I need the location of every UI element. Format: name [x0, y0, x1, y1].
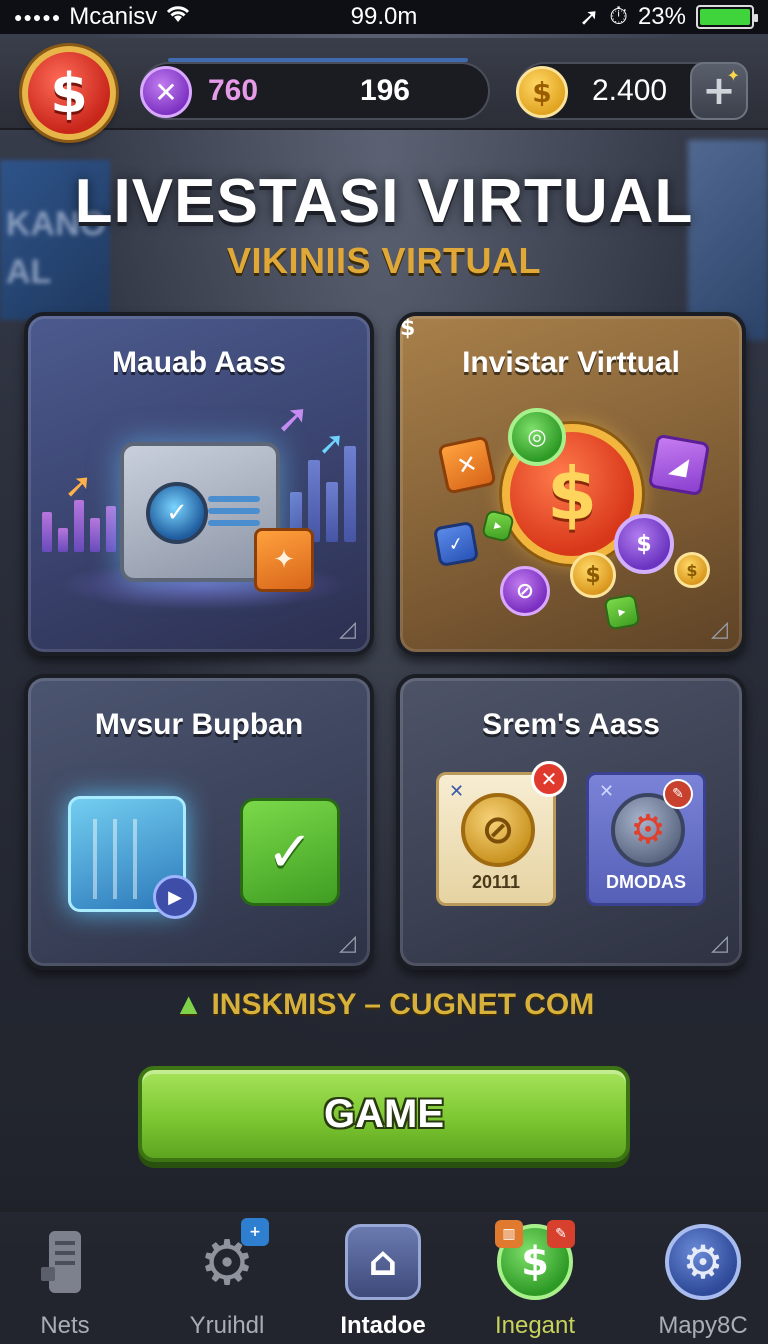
green-check-box-icon: ✓ [240, 798, 340, 906]
plus-badge-icon: + [241, 1218, 269, 1246]
resize-corner-icon: ◿ [711, 931, 728, 956]
logo-a-icon: ▲ [173, 988, 204, 1021]
nav-item-mapy8c[interactable]: ⚙ Mapy8C [638, 1224, 768, 1340]
gear-icon: ⚙ + [189, 1218, 269, 1300]
xp-bar: ✕ 760 196 [140, 58, 490, 120]
play-icon: ▶ [153, 875, 197, 919]
card-title: Srem's Aass [482, 708, 660, 741]
orange-box-icon: ✦ [254, 528, 314, 592]
card-mvsur-bupban[interactable]: Mvsur Bupban ▶ ✓ ◿ [24, 674, 374, 970]
check-lens-icon: ✓ [146, 482, 208, 544]
nav-label: Mapy8C [658, 1312, 748, 1339]
trend-up-arrow-icon: ➚ [276, 396, 310, 442]
item-card[interactable]: ✕ ⚙ ✎ DMODAS [586, 772, 706, 906]
top-hud: $ ✕ 760 196 $ 2.400 + ✦ [0, 38, 768, 140]
page-subtitle: VIKINIIS VIRTUAL [226, 240, 542, 281]
bottom-nav: Nets ⚙ + Yruihdl ⌂ Intadoe $ ▥ ✎ Inegant… [0, 1212, 768, 1344]
tagline-text: INSKMISY – CUGNET COM [211, 988, 595, 1021]
add-coins-button[interactable]: + ✦ [690, 62, 748, 120]
settings-gear-icon: ⚙ [665, 1224, 741, 1300]
green-token-icon: ◎ [508, 408, 566, 466]
card-srems-aass[interactable]: Srem's Aass ✕ ⊘ ✕ 20111 ✕ ⚙ ✎ DMODAS ◿ [396, 674, 746, 970]
tagline: ▲ INSKMISY – CUGNET COM [0, 988, 768, 1022]
item-card-label: 20111 [471, 872, 521, 892]
wifi-icon [165, 3, 191, 31]
coin-value: 2.400 [592, 74, 668, 107]
blue-check-tile-icon: ✓ [432, 520, 480, 568]
trend-up-arrow-icon: ➚ [318, 424, 345, 462]
card-invistar-virttual[interactable]: Invistar Virttual $ ◎ $ $ $ $ ⊘ ✕ ◢ ✓ ▸ … [396, 312, 746, 656]
magnifier-coin-icon: ⊘ [461, 793, 535, 867]
nav-item-yruihdl[interactable]: ⚙ + Yruihdl [162, 1218, 292, 1340]
close-badge-icon[interactable]: ✕ [531, 761, 567, 797]
trend-up-arrow-icon: ➚ [64, 466, 93, 506]
orange-x-tile-icon: ✕ [437, 435, 497, 495]
card-title: Invistar Virttual [462, 346, 680, 379]
coin-icon: $ [400, 316, 416, 341]
card-title: Mauab Aass [112, 346, 286, 379]
tool-badge-icon: ✎ [547, 1220, 575, 1248]
location-arrow-icon: ➚ [579, 3, 600, 31]
coin-balance: $ 2.400 + ✦ [516, 62, 748, 120]
resize-corner-icon: ◿ [339, 931, 356, 956]
nav-label: Inegant [494, 1312, 576, 1339]
x-mark-icon: ✕ [449, 781, 465, 802]
item-card-label: DMODAS [606, 872, 686, 892]
x-mark-icon: ✕ [599, 781, 615, 802]
chart-bars-icon [42, 500, 116, 552]
xp-value-secondary: 196 [359, 74, 410, 107]
carrier-name: Mcanisv [69, 3, 158, 30]
battery-percent: 23% [637, 3, 686, 30]
nav-item-inegant[interactable]: $ ▥ ✎ Inegant [470, 1220, 600, 1340]
nav-item-intadoe[interactable]: ⌂ Intadoe [318, 1224, 448, 1340]
home-icon: ⌂ [345, 1224, 421, 1300]
coin-icon: $ [516, 66, 568, 118]
tool-badge-icon: ✎ [663, 779, 693, 809]
coin-icon: $ [674, 552, 710, 588]
nav-label: Yruihdl [189, 1312, 265, 1339]
status-bar: ●●●●● Mcanisv 99.0m ➚ ⏱ 23% [0, 0, 768, 34]
dollar-badge-icon[interactable]: $ [22, 46, 116, 140]
signal-dots-icon: ●●●●● [14, 9, 62, 25]
alarm-icon: ⏱ [609, 3, 628, 30]
sparkle-icon: ✦ [726, 66, 740, 85]
hologram-box-icon: ▶ [68, 796, 197, 919]
battery-icon [696, 5, 758, 29]
card-mauab-aass[interactable]: Mauab Aass ➚ ➚ ➚ ✓ ✦ ◿ [24, 312, 374, 656]
xp-value: 760 [208, 74, 259, 107]
dollar-coin-icon: $ ▥ ✎ [495, 1220, 575, 1300]
nav-item-nets[interactable]: Nets [0, 1224, 130, 1340]
nav-label: Intadoe [340, 1312, 426, 1339]
nav-label: Nets [40, 1312, 90, 1339]
card-title: Mvsur Bupban [94, 708, 304, 741]
green-tile-icon: ▸ [481, 509, 515, 543]
resize-corner-icon: ◿ [339, 617, 356, 642]
chart-badge-icon: ▥ [495, 1220, 523, 1248]
coin-icon: $ [570, 552, 616, 598]
page-title: LIVESTASI VIRTUAL [74, 167, 694, 236]
purple-tile-icon: ◢ [647, 433, 711, 497]
item-card[interactable]: ✕ ⊘ ✕ 20111 [436, 761, 567, 906]
close-x-icon[interactable]: ✕ [140, 66, 192, 118]
purple-dollar-token-icon: $ [614, 514, 674, 574]
game-button[interactable]: GAME [138, 1066, 630, 1162]
resize-corner-icon: ◿ [711, 617, 728, 642]
document-stack-icon [27, 1224, 103, 1300]
green-tile-icon: ▸ [603, 593, 641, 631]
purple-token-icon: ⊘ [500, 566, 550, 616]
